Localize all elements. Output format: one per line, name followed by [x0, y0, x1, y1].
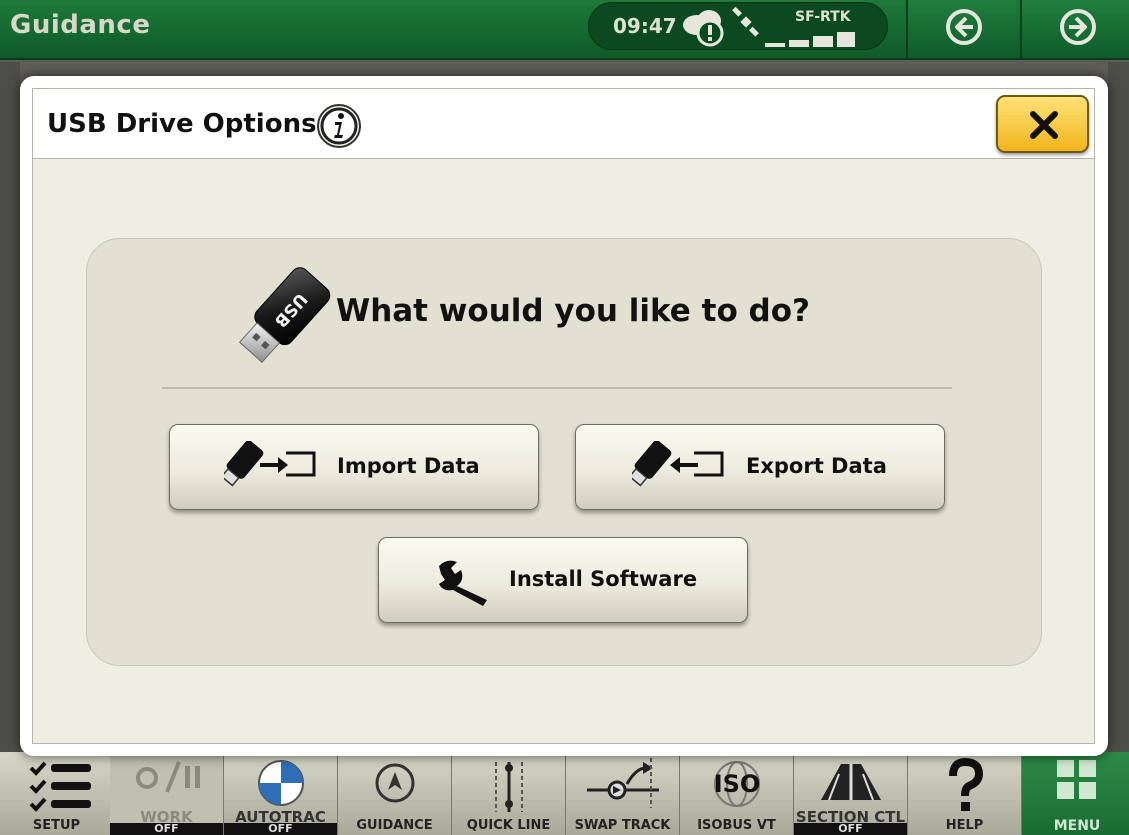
checklist-icon: [29, 761, 91, 812]
signal-label: SF-RTK: [795, 9, 851, 25]
background-page-right: [1108, 62, 1129, 752]
install-software-label: Install Software: [509, 567, 698, 591]
install-software-button[interactable]: Install Software: [378, 537, 748, 623]
dock-help-label: HELP: [945, 818, 984, 833]
dialog-question: What would you like to do?: [336, 293, 811, 329]
modal-overlay: USB Drive Options USB What would you lik…: [20, 76, 1108, 756]
question-mark-icon: [948, 758, 983, 811]
dock-menu-label: MENU: [1053, 818, 1101, 834]
dock-work[interactable]: WORK OFF: [110, 752, 224, 835]
arrow-right-circle-icon: [1060, 9, 1096, 45]
cloud-alert-icon: [683, 10, 724, 47]
dock-isobus-vt-label: ISOBUS VT: [697, 818, 776, 833]
dock-swap-track-label: SWAP TRACK: [574, 818, 671, 833]
dock-section-ctl-state: OFF: [794, 823, 907, 835]
arrow-left-circle-icon: [946, 9, 982, 45]
isobus-icon: ISO: [713, 761, 760, 807]
dock-section-ctl[interactable]: SECTION CTL OFF: [794, 752, 908, 835]
dock-guidance[interactable]: GUIDANCE: [338, 752, 452, 835]
usb-options-dialog: USB Drive Options USB What would you lik…: [32, 88, 1095, 744]
grid-menu-icon: [1057, 760, 1096, 799]
dialog-title: USB Drive Options: [47, 109, 317, 139]
wrench-icon: [439, 560, 487, 606]
clock: 09:47: [613, 14, 677, 38]
export-data-button[interactable]: Export Data: [575, 424, 945, 510]
close-icon: [1030, 111, 1058, 139]
usb-drive-icon: USB: [238, 267, 331, 364]
dock-autotrac[interactable]: AUTOTRAC OFF: [224, 752, 338, 835]
quick-line-icon: [494, 762, 523, 812]
section-control-icon: [820, 764, 881, 801]
page-title: Guidance: [10, 10, 151, 40]
autotrac-icon: [257, 760, 304, 806]
options-panel: USB What would you like to do? Import Da…: [86, 238, 1042, 666]
satellite-icon: [732, 7, 759, 37]
dock-guidance-label: GUIDANCE: [356, 818, 433, 833]
import-data-label: Import Data: [337, 454, 480, 478]
import-data-button[interactable]: Import Data: [169, 424, 539, 510]
top-bar: Guidance 09:47 SF-RTK: [0, 0, 1129, 60]
dock-menu[interactable]: MENU: [1022, 752, 1129, 835]
dock-autotrac-state: OFF: [224, 823, 337, 835]
background-page-left: [0, 62, 20, 752]
dialog-header: USB Drive Options: [33, 89, 1094, 159]
close-button[interactable]: [996, 95, 1089, 153]
signal-bars-icon: [765, 32, 855, 47]
dock-setup-label: SETUP: [32, 818, 81, 833]
play-pause-icon: [135, 761, 200, 793]
status-center[interactable]: 09:47 SF-RTK: [588, 2, 888, 50]
dock-quick-line-label: QUICK LINE: [466, 818, 551, 833]
dock-setup[interactable]: SETUP: [0, 752, 114, 835]
dock-swap-track[interactable]: SWAP TRACK: [566, 752, 680, 835]
dock-work-state: OFF: [110, 823, 223, 835]
dock-quick-line[interactable]: QUICK LINE: [452, 752, 566, 835]
export-data-label: Export Data: [746, 454, 887, 478]
divider: [162, 387, 952, 389]
dock-isobus-vt[interactable]: ISO ISOBUS VT: [680, 752, 794, 835]
isobus-icon-text: ISO: [713, 770, 760, 798]
swap-track-icon: [586, 758, 659, 808]
forward-button[interactable]: [1020, 0, 1129, 58]
info-icon[interactable]: [316, 103, 362, 149]
back-button[interactable]: [906, 0, 1016, 58]
guidance-icon: [375, 763, 414, 803]
bottom-dock: SETUP WORK OFF AUTOTRAC OFF GUIDANCE QUI…: [0, 752, 1129, 835]
dock-help[interactable]: HELP: [908, 752, 1022, 835]
usb-export-icon: [632, 441, 724, 487]
usb-import-icon: [224, 441, 316, 487]
